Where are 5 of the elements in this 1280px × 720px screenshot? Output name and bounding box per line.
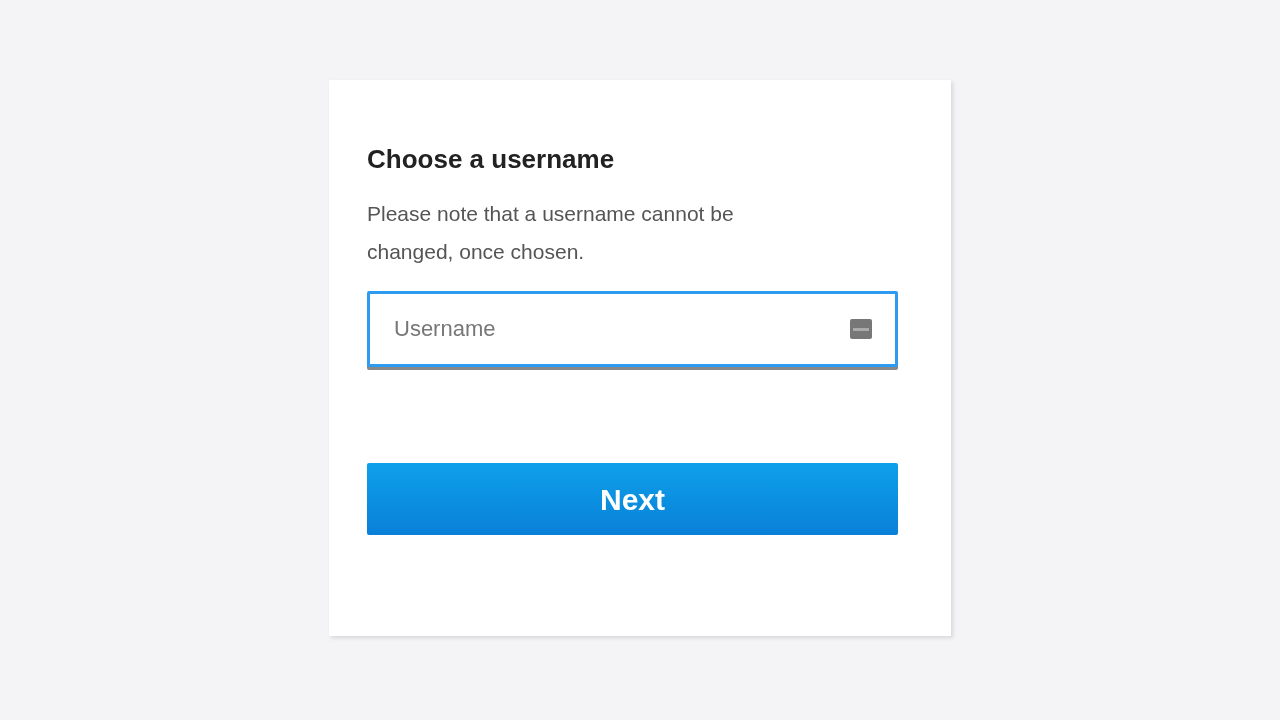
note-text: Please note that a username cannot be changed, once chosen. [367,201,735,265]
next-button[interactable]: Next [367,463,898,535]
keyboard-icon [850,319,872,339]
username-field[interactable]: Username [367,291,898,367]
card-title: Choose a username [367,143,615,176]
